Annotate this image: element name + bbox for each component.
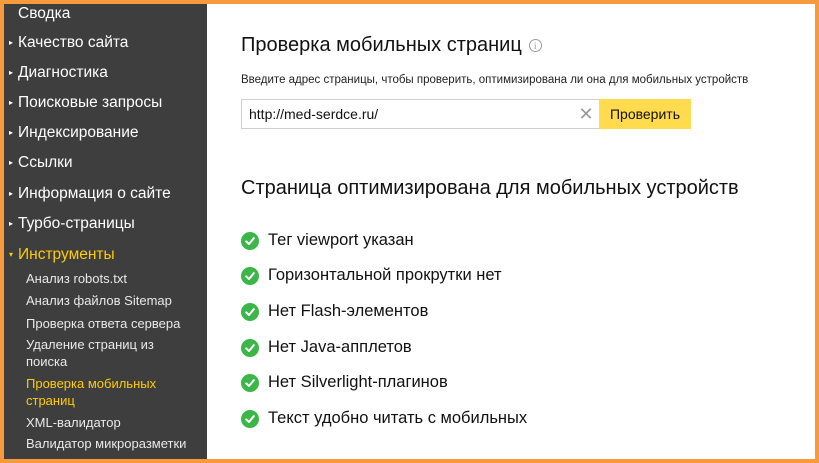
check-item: Нет Silverlight-плагинов (241, 373, 448, 392)
sidebar-item-label: Инструменты (18, 246, 115, 264)
clear-icon[interactable]: ✕ (573, 104, 599, 125)
check-item: Нет Java-апплетов (241, 338, 412, 357)
sidebar-item-label: Информация о сайте (18, 185, 171, 203)
page-frame: Сводка ▸ Качество сайта ▸ Диагностика ▸ … (4, 4, 815, 459)
check-circle-icon (241, 409, 259, 428)
check-item-text: Нет Silverlight-плагинов (268, 373, 448, 391)
chevron-down-icon: ▾ (8, 250, 13, 259)
sidebar-item-summary[interactable]: Сводка (4, 4, 207, 27)
sidebar-item-label: Поисковые запросы (18, 94, 163, 112)
sidebar-subitem-microdata-validator[interactable]: Валидатор микроразметки (26, 435, 199, 452)
check-item: Текст удобно читать с мобильных (241, 409, 527, 428)
page-title: Проверка мобильных страниц i (241, 34, 542, 57)
chevron-right-icon: ▸ (8, 219, 13, 228)
sidebar-item-label: Турбо-страницы (18, 215, 135, 233)
main-content: Проверка мобильных страниц i Введите адр… (207, 4, 815, 459)
check-item-text: Нет Flash-элементов (268, 302, 429, 320)
sidebar-item-label: Диагностика (18, 64, 108, 82)
sidebar-item-label: Качество сайта (18, 34, 129, 52)
check-item-text: Горизонтальной прокрутки нет (268, 266, 502, 284)
check-item: Нет Flash-элементов (241, 302, 428, 321)
chevron-right-icon: ▸ (8, 158, 13, 167)
check-item: Горизонтальной прокрутки нет (241, 266, 502, 285)
sidebar: Сводка ▸ Качество сайта ▸ Диагностика ▸ … (4, 4, 207, 459)
check-item-text: Тег viewport указан (268, 231, 414, 249)
sidebar-item-indexing[interactable]: ▸ Индексирование (4, 120, 207, 146)
chevron-right-icon: ▸ (8, 189, 13, 198)
input-hint: Введите адрес страницы, чтобы проверить,… (241, 74, 749, 86)
sidebar-item-label: Сводка (18, 5, 71, 23)
sidebar-item-turbo-pages[interactable]: ▸ Турбо-страницы (4, 211, 207, 237)
chevron-right-icon: ▸ (8, 38, 13, 47)
check-circle-icon (241, 231, 259, 250)
url-input[interactable] (249, 106, 573, 122)
check-circle-icon (241, 373, 259, 392)
url-field[interactable]: ✕ (241, 99, 599, 129)
chevron-right-icon: ▸ (8, 68, 13, 77)
sidebar-item-links[interactable]: ▸ Ссылки (4, 150, 207, 176)
sidebar-subitem-server-response[interactable]: Проверка ответа сервера (26, 315, 199, 332)
sidebar-item-label: Ссылки (18, 154, 73, 172)
check-circle-icon (241, 302, 259, 321)
sidebar-item-label: Индексирование (18, 124, 139, 142)
url-check-form: ✕ Проверить (241, 99, 691, 129)
check-item-text: Нет Java-апплетов (268, 338, 412, 356)
info-icon[interactable]: i (528, 39, 542, 52)
sidebar-subitem-sitemap[interactable]: Анализ файлов Sitemap (26, 292, 199, 309)
chevron-right-icon: ▸ (8, 98, 13, 107)
sidebar-subitem-robots[interactable]: Анализ robots.txt (26, 270, 199, 287)
result-title: Страница оптимизирована для мобильных ус… (241, 177, 739, 199)
chevron-right-icon: ▸ (8, 128, 13, 137)
sidebar-subitem-remove-pages[interactable]: Удаление страниц из поиска (26, 336, 186, 370)
sidebar-item-diagnostics[interactable]: ▸ Диагностика (4, 60, 207, 86)
check-circle-icon (241, 338, 259, 357)
page-title-text: Проверка мобильных страниц (241, 34, 522, 56)
check-item-text: Текст удобно читать с мобильных (268, 409, 528, 427)
sidebar-item-search-queries[interactable]: ▸ Поисковые запросы (4, 90, 207, 116)
sidebar-item-site-info[interactable]: ▸ Информация о сайте (4, 181, 207, 207)
sidebar-item-tools[interactable]: ▾ Инструменты (4, 242, 207, 268)
check-item: Тег viewport указан (241, 231, 414, 250)
check-circle-icon (241, 266, 259, 285)
sidebar-item-site-quality[interactable]: ▸ Качество сайта (4, 30, 207, 56)
sidebar-subitem-xml-validator[interactable]: XML-валидатор (26, 414, 199, 431)
sidebar-subitem-mobile-check[interactable]: Проверка мобильных страниц (26, 375, 166, 409)
check-button[interactable]: Проверить (599, 99, 691, 129)
